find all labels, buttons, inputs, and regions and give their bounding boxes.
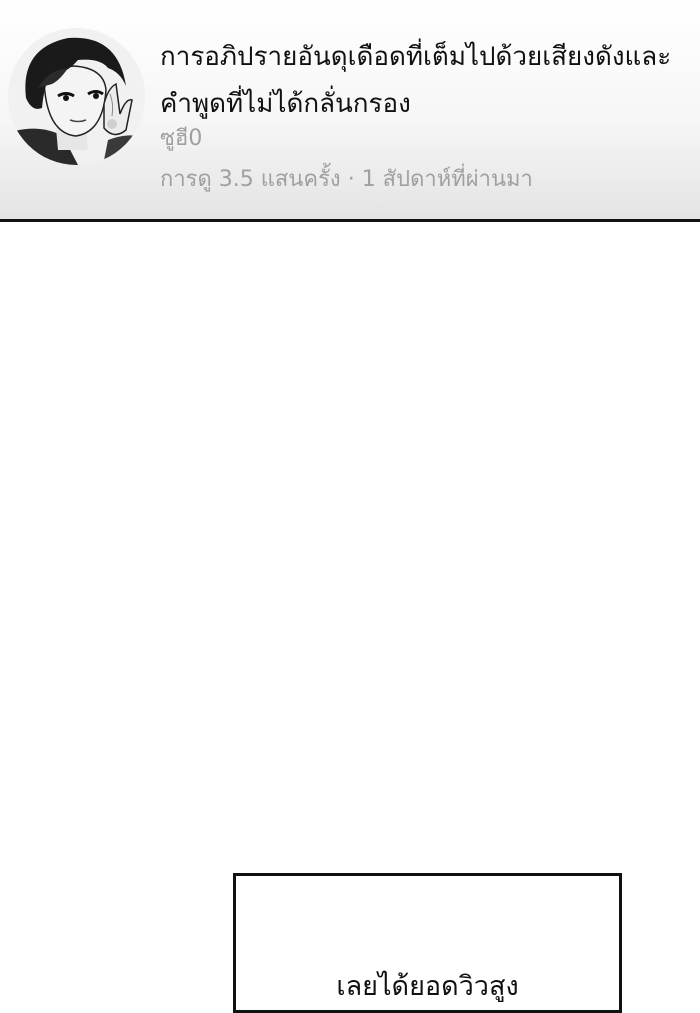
meta-separator: ·	[347, 167, 355, 192]
comic-caption-box: เลยได้ยอดวิวสูง	[233, 873, 622, 1013]
avatar-illustration-icon	[8, 28, 145, 165]
video-result-card[interactable]: การอภิปรายอันดุเดือดที่เต็มไปด้วยเสียงดั…	[0, 0, 700, 222]
upload-age: 1 สัปดาห์ที่ผ่านมา	[361, 167, 533, 192]
video-title[interactable]: การอภิปรายอันดุเดือดที่เต็มไปด้วยเสียงดั…	[160, 34, 690, 128]
channel-avatar[interactable]	[8, 28, 145, 165]
video-meta: การดู 3.5 แสนครั้ง · 1 สัปดาห์ที่ผ่านมา	[160, 165, 533, 195]
caption-text: เลยได้ยอดวิวสูง	[336, 971, 519, 1002]
view-count: การดู 3.5 แสนครั้ง	[160, 167, 341, 192]
channel-name[interactable]: ซูฮี0	[160, 124, 202, 154]
